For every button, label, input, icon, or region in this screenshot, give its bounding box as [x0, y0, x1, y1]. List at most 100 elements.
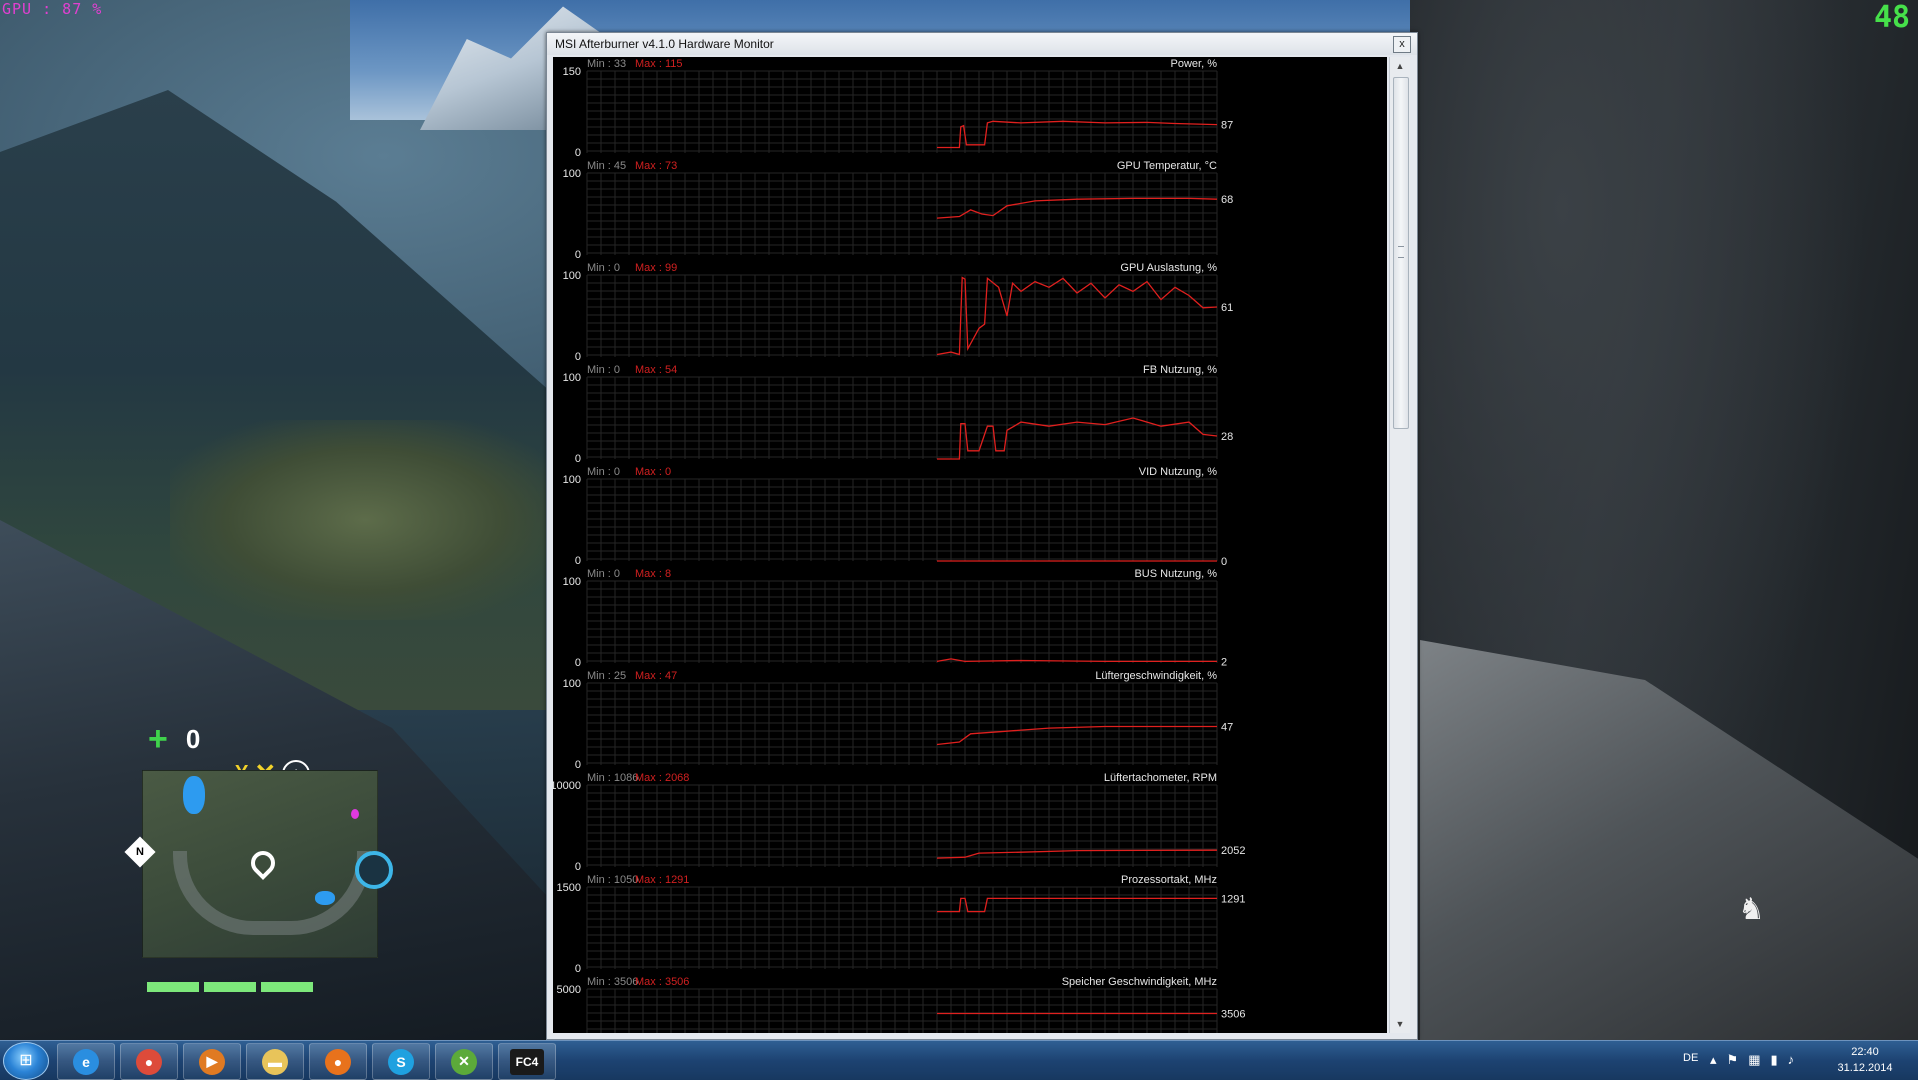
- gpu-osd-readout: GPU : 87 %: [2, 0, 103, 18]
- graph-axis-min: 0: [575, 351, 581, 363]
- graph-current-value: 2052: [1221, 845, 1245, 857]
- graph-title: Power, %: [1171, 58, 1218, 70]
- graph-min-label: Min : 0: [587, 364, 620, 376]
- firefox-icon: ●: [325, 1048, 351, 1075]
- enemy-soldier-icon: ♞: [1738, 893, 1765, 926]
- graph-current-value: 28: [1221, 431, 1233, 443]
- graph-max-label: Max : 47: [635, 670, 677, 682]
- windows-taskbar: ⊞ e ● ▶ ▬ ● S ✕ FC4 DE ▴ ⚑ ▦ ▮ ♪ 22:40 31.12.20…: [0, 1040, 1918, 1080]
- tray-expand-icon[interactable]: ▴: [1710, 1052, 1717, 1068]
- afterburner-window[interactable]: MSI Afterburner v4.1.0 Hardware Monitor …: [546, 32, 1418, 1040]
- clock[interactable]: 22:40 31.12.2014: [1830, 1044, 1900, 1076]
- graph-max-label: Max : 99: [635, 262, 677, 274]
- input-language[interactable]: DE: [1683, 1052, 1698, 1064]
- graph-title: Prozessortakt, MHz: [1121, 874, 1217, 886]
- graph-title: VID Nutzung, %: [1139, 466, 1217, 478]
- graph-axis-max: 100: [563, 270, 581, 282]
- window-title: MSI Afterburner v4.1.0 Hardware Monitor: [555, 37, 774, 51]
- graph-title: Lüftertachometer, RPM: [1104, 772, 1217, 784]
- graph-title: Lüftergeschwindigkeit, %: [1095, 670, 1217, 682]
- graph-current-value: 61: [1221, 302, 1233, 314]
- graph-max-label: Max : 3506: [635, 976, 689, 988]
- taskbar-app-fc4[interactable]: FC4: [498, 1043, 556, 1080]
- graph-title: FB Nutzung, %: [1143, 364, 1217, 376]
- health-segment: [261, 982, 313, 992]
- health-plus-icon: +: [148, 720, 168, 758]
- graph-axis-min: 0: [575, 759, 581, 771]
- graph-min-label: Min : 0: [587, 262, 620, 274]
- graph-axis-min: 0: [575, 963, 581, 975]
- monitor-graphs-area[interactable]: Min : 33 Max : 115 Power, % 150 0 87 Min : 45 M…: [553, 57, 1387, 1033]
- minimap: N: [124, 770, 393, 958]
- taskbar-app-ie[interactable]: e: [57, 1043, 115, 1080]
- vertical-scrollbar[interactable]: ▲ ▼: [1389, 57, 1410, 1033]
- chrome-icon: ●: [136, 1048, 162, 1075]
- action-center-flag-icon[interactable]: ⚑: [1727, 1052, 1739, 1068]
- graph-min-label: Min : 0: [587, 568, 620, 580]
- graphs-canvas: Min : 33 Max : 115 Power, %150087Min : 45 M…: [553, 58, 1245, 1033]
- taskbar-app-xbox[interactable]: ✕: [435, 1043, 493, 1080]
- explorer-icon: ▬: [262, 1048, 288, 1075]
- graph-axis-min: 0: [575, 861, 581, 873]
- taskbar-app-firefox[interactable]: ●: [309, 1043, 367, 1080]
- graph-axis-max: 100: [563, 372, 581, 384]
- graph-axis-max: 150: [563, 66, 581, 78]
- graph-min-label: Min : 0: [587, 466, 620, 478]
- ie-icon: e: [73, 1048, 99, 1075]
- graph-max-label: Max : 2068: [635, 772, 689, 784]
- clock-time: 22:40: [1851, 1046, 1879, 1058]
- graph-title: Speicher Geschwindigkeit, MHz: [1062, 976, 1217, 988]
- scroll-up-arrow-icon[interactable]: ▲: [1390, 57, 1410, 75]
- graph-title: BUS Nutzung, %: [1134, 568, 1217, 580]
- map-marker-icon: [351, 809, 359, 819]
- graph-max-label: Max : 8: [635, 568, 671, 580]
- graph-min-label: Min : 3506: [587, 976, 638, 988]
- taskbar-app-explorer[interactable]: ▬: [246, 1043, 304, 1080]
- network-icon[interactable]: ▦: [1748, 1052, 1760, 1068]
- map-water: [315, 891, 335, 905]
- compass-north-icon: N: [124, 836, 156, 868]
- graph-current-value: 47: [1221, 721, 1233, 733]
- taskbar-app-chrome[interactable]: ●: [120, 1043, 178, 1080]
- graph-max-label: Max : 73: [635, 160, 677, 172]
- graph-current-value: 3506: [1221, 1009, 1245, 1021]
- graph-current-value: 87: [1221, 120, 1233, 132]
- volume-icon[interactable]: ♪: [1788, 1052, 1795, 1068]
- close-button[interactable]: x: [1393, 36, 1411, 53]
- scrollbar-thumb[interactable]: [1393, 77, 1409, 429]
- graph-axis-min: 0: [575, 249, 581, 261]
- window-titlebar[interactable]: MSI Afterburner v4.1.0 Hardware Monitor …: [547, 33, 1417, 55]
- graph-min-label: Min : 25: [587, 670, 626, 682]
- graph-axis-min: 0: [575, 657, 581, 669]
- grass-patch: [170, 420, 560, 620]
- graph-axis-max: 100: [563, 576, 581, 588]
- graph-axis-max: 5000: [557, 984, 581, 996]
- taskbar-app-skype[interactable]: S: [372, 1043, 430, 1080]
- graph-axis-min: 0: [575, 555, 581, 567]
- graph-current-value: 2: [1221, 656, 1227, 668]
- xbox-icon: ✕: [451, 1048, 477, 1075]
- hud-syringe-counter: + 0: [148, 722, 200, 756]
- graph-min-label: Min : 33: [587, 58, 626, 70]
- signal-icon[interactable]: ▮: [1770, 1052, 1777, 1068]
- graph-axis-max: 10000: [553, 780, 581, 792]
- graph-axis-min: 0: [575, 147, 581, 159]
- graph-current-value: 0: [1221, 556, 1227, 568]
- start-button[interactable]: ⊞: [3, 1042, 49, 1080]
- graph-current-value: 68: [1221, 194, 1233, 206]
- objective-icon: [355, 851, 393, 889]
- fc4-icon: FC4: [510, 1048, 544, 1075]
- map-water: [183, 776, 205, 814]
- clock-date: 31.12.2014: [1837, 1062, 1893, 1074]
- health-bar: [147, 982, 313, 992]
- media-icon: ▶: [199, 1048, 225, 1075]
- graph-axis-min: 0: [575, 453, 581, 465]
- syringe-count: 0: [185, 723, 201, 754]
- graph-max-label: Max : 115: [635, 58, 683, 70]
- graph-max-label: Max : 0: [635, 466, 671, 478]
- scroll-down-arrow-icon[interactable]: ▼: [1390, 1015, 1410, 1033]
- graph-max-label: Max : 1291: [635, 874, 689, 886]
- graph-max-label: Max : 54: [635, 364, 677, 376]
- windows-logo-icon: ⊞: [19, 1052, 33, 1069]
- taskbar-app-media[interactable]: ▶: [183, 1043, 241, 1080]
